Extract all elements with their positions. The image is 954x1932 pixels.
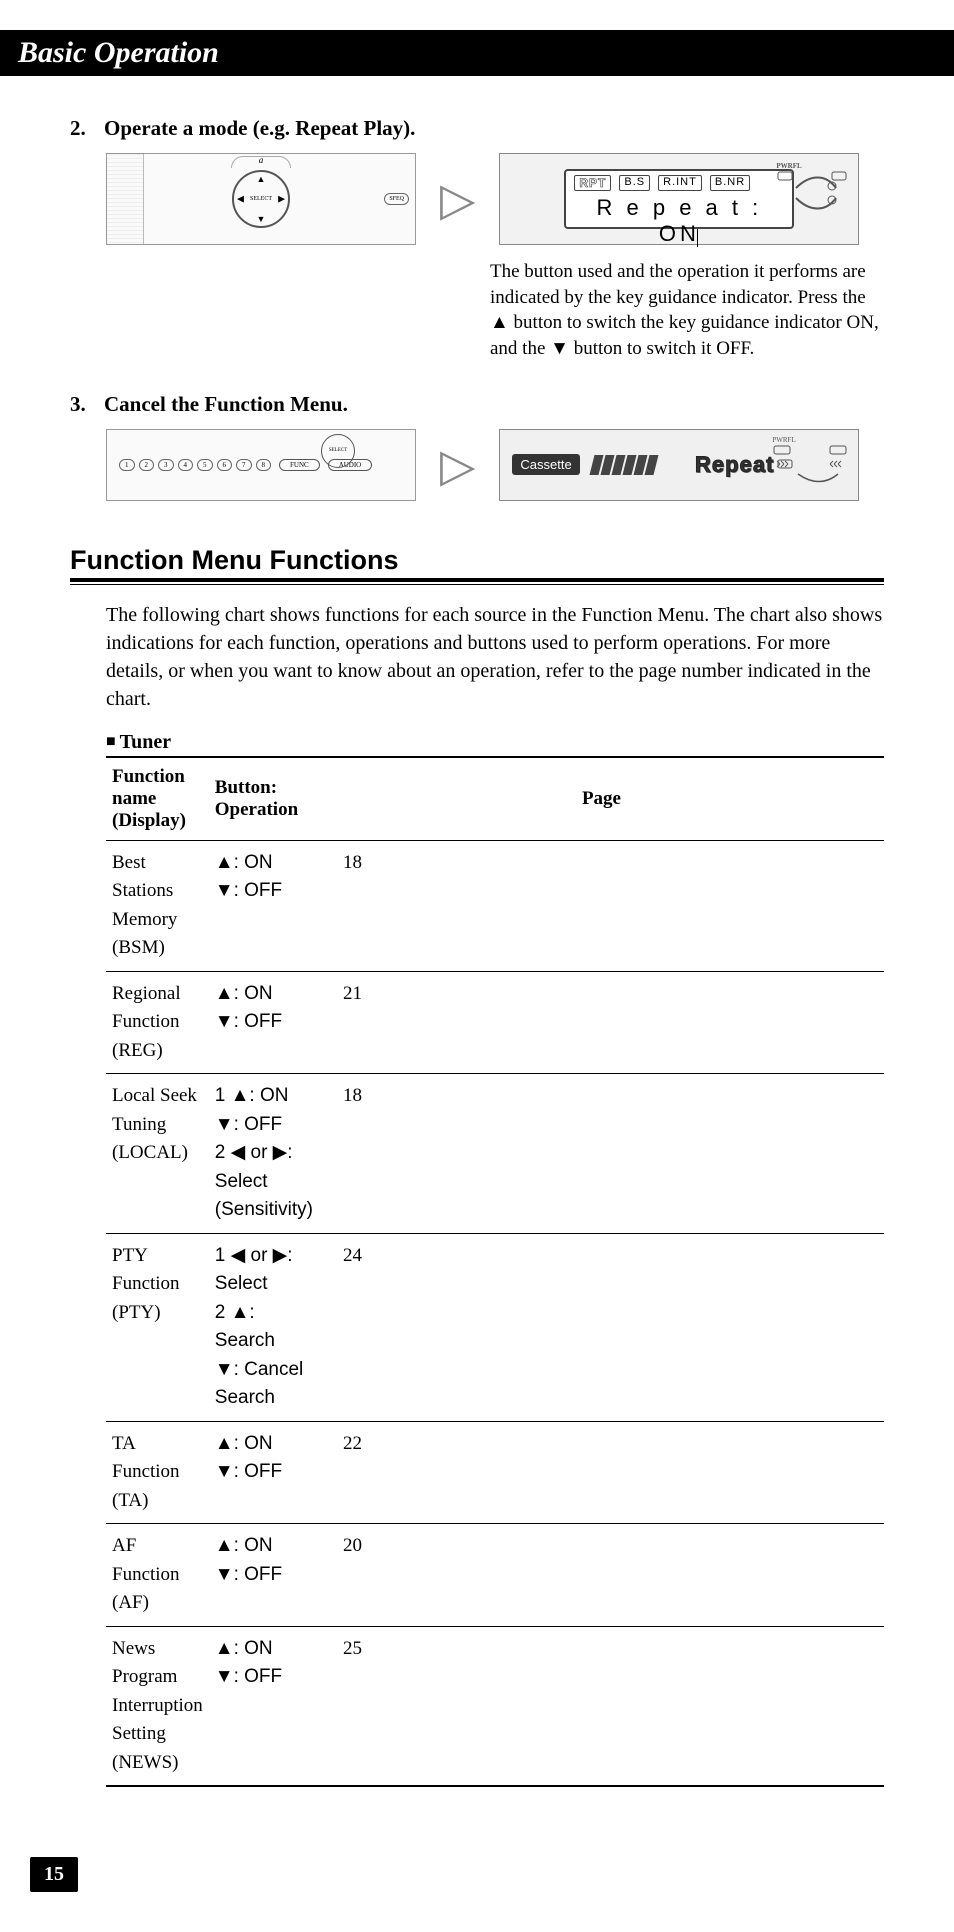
cell-op: 1 ▲: ON ▼: OFF 2 ◀ or ▶: Select (Sensiti…	[209, 1074, 319, 1234]
cell-fn: News Program Interruption Setting (NEWS)	[106, 1626, 209, 1786]
chapter-header: Basic Operation	[0, 30, 954, 76]
preset-btn: 7	[236, 459, 252, 471]
section-intro: The following chart shows functions for …	[106, 601, 884, 713]
pwrfl-label: PWRFL	[776, 162, 801, 170]
lcd-display-cassette: Cassette Repeat PWRFL	[499, 429, 859, 501]
subhead-text: Tuner	[120, 731, 172, 753]
tab-rpt: RPT	[574, 175, 611, 191]
step-3-number: 3.	[70, 392, 104, 417]
tab-bs: B.S	[619, 175, 650, 191]
preset-btn: 2	[139, 459, 155, 471]
cell-op: ▲: ON ▼: OFF	[209, 1524, 319, 1627]
control-panel-illustration-2: 1 2 3 4 5 6 7 8 FUNC AUDIO SELECT	[106, 429, 416, 501]
cell-page: 21	[319, 971, 884, 1074]
preset-btn: 8	[256, 459, 272, 471]
transport-icons	[772, 444, 850, 484]
preset-btn: 5	[197, 459, 213, 471]
preset-btn: 3	[158, 459, 174, 471]
power-flow-icon	[776, 170, 848, 214]
step-2-number: 2.	[70, 116, 104, 141]
cell-op: ▲: ON ▼: OFF	[209, 1421, 319, 1524]
lcd3-right-cluster: PWRFL	[772, 436, 850, 486]
cell-fn: Local Seek Tuning (LOCAL)	[106, 1074, 209, 1234]
callout-arc: a	[231, 156, 291, 168]
cell-page: 20	[319, 1524, 884, 1627]
cell-fn: AF Function (AF)	[106, 1524, 209, 1627]
page-footer: 15	[70, 1857, 884, 1892]
cell-page: 18	[319, 840, 884, 971]
select-label-small: SELECT	[329, 448, 347, 453]
preset-buttons: 1 2 3 4 5 6 7 8	[119, 459, 271, 471]
tab-rint: R.INT	[658, 175, 702, 191]
square-bullet-icon: ■	[106, 733, 116, 750]
select-label: SELECT	[250, 196, 272, 202]
select-dial-small: SELECT	[321, 434, 355, 468]
page-number: 15	[30, 1857, 78, 1892]
table-row: Regional Function (REG) ▲: ON ▼: OFF 21	[106, 971, 884, 1074]
page: Basic Operation 2.Operate a mode (e.g. R…	[0, 0, 954, 1932]
step-2-title: Operate a mode (e.g. Repeat Play).	[104, 116, 415, 140]
function-table: Function name (Display) Button: Operatio…	[106, 756, 884, 1788]
preset-btn: 1	[119, 459, 135, 471]
cell-page: 24	[319, 1233, 884, 1421]
cell-fn: Regional Function (REG)	[106, 971, 209, 1074]
table-header-row: Function name (Display) Button: Operatio…	[106, 757, 884, 841]
sfeq-button: SFEQ	[384, 193, 409, 205]
step-3-heading: 3.Cancel the Function Menu.	[70, 392, 884, 417]
table-row: AF Function (AF) ▲: ON ▼: OFF 20	[106, 1524, 884, 1627]
cell-fn: PTY Function (PTY)	[106, 1233, 209, 1421]
table-row: News Program Interruption Setting (NEWS)…	[106, 1626, 884, 1786]
step-2-caption: The button used and the operation it per…	[490, 259, 884, 362]
leads-to-icon: ▷	[440, 442, 475, 488]
cell-page: 22	[319, 1421, 884, 1524]
callout-a: a	[259, 155, 264, 165]
section-rule	[70, 578, 884, 585]
control-panel-illustration: a ▲ ▼ ◀ ▶ SELECT SFEQ	[106, 153, 416, 245]
table-row: TA Function (TA) ▲: ON ▼: OFF 22	[106, 1421, 884, 1524]
cell-page: 25	[319, 1626, 884, 1786]
table-row: Best Stations Memory (BSM) ▲: ON ▼: OFF …	[106, 840, 884, 971]
cell-op: ▲: ON ▼: OFF	[209, 1626, 319, 1786]
lcd-tabs: RPT B.S R.INT B.NR	[574, 175, 784, 191]
lcd-pointer-line	[697, 229, 698, 247]
col-operation: Button: Operation	[209, 757, 319, 841]
col-function: Function name (Display)	[106, 757, 209, 841]
step-2-figures: a ▲ ▼ ◀ ▶ SELECT SFEQ ▷ RPT B.S R.INT	[106, 153, 884, 245]
cell-page: 18	[319, 1074, 884, 1234]
pwrfl-label: PWRFL	[772, 436, 795, 444]
tape-progress-icon	[592, 455, 656, 475]
cell-op: ▲: ON ▼: OFF	[209, 840, 319, 971]
table-row: Local Seek Tuning (LOCAL) 1 ▲: ON ▼: OFF…	[106, 1074, 884, 1234]
down-arrow-icon: ▼	[257, 214, 266, 224]
mode-label: Repeat	[695, 452, 774, 478]
up-arrow-icon: ▲	[257, 174, 266, 184]
step-3-figures: 1 2 3 4 5 6 7 8 FUNC AUDIO SELECT ▷ Cass…	[106, 429, 884, 501]
lcd-right-cluster: PWRFL	[776, 162, 848, 216]
step-3-title: Cancel the Function Menu.	[104, 392, 348, 416]
tab-bnr: B.NR	[710, 175, 750, 191]
source-label: Cassette	[512, 454, 579, 475]
cell-fn: Best Stations Memory (BSM)	[106, 840, 209, 971]
section-title: Function Menu Functions	[70, 545, 884, 576]
step-3: 3.Cancel the Function Menu. 1 2 3 4 5 6 …	[70, 392, 884, 501]
step-2: 2.Operate a mode (e.g. Repeat Play). a ▲…	[70, 116, 884, 362]
cell-fn: TA Function (TA)	[106, 1421, 209, 1524]
select-dial: ▲ ▼ ◀ ▶ SELECT	[232, 170, 290, 228]
right-arrow-icon: ▶	[278, 194, 285, 205]
table-row: PTY Function (PTY) 1 ◀ or ▶: Select 2 ▲:…	[106, 1233, 884, 1421]
lcd-main-text: R e p e a t : ON	[574, 195, 784, 247]
leads-to-icon: ▷	[440, 176, 475, 222]
step-2-heading: 2.Operate a mode (e.g. Repeat Play).	[70, 116, 884, 141]
col-page: Page	[319, 757, 884, 841]
table-subhead: ■Tuner	[106, 731, 884, 754]
preset-btn: 6	[217, 459, 233, 471]
lcd-display-repeat: RPT B.S R.INT B.NR R e p e a t : ON PWRF…	[499, 153, 859, 245]
left-arrow-icon: ◀	[237, 194, 244, 205]
table-body: Best Stations Memory (BSM) ▲: ON ▼: OFF …	[106, 840, 884, 1786]
lcd-inner: RPT B.S R.INT B.NR R e p e a t : ON	[564, 169, 794, 229]
preset-btn: 4	[178, 459, 194, 471]
cell-op: ▲: ON ▼: OFF	[209, 971, 319, 1074]
func-button: FUNC	[279, 459, 320, 471]
cell-op: 1 ◀ or ▶: Select 2 ▲: Search ▼: Cancel S…	[209, 1233, 319, 1421]
